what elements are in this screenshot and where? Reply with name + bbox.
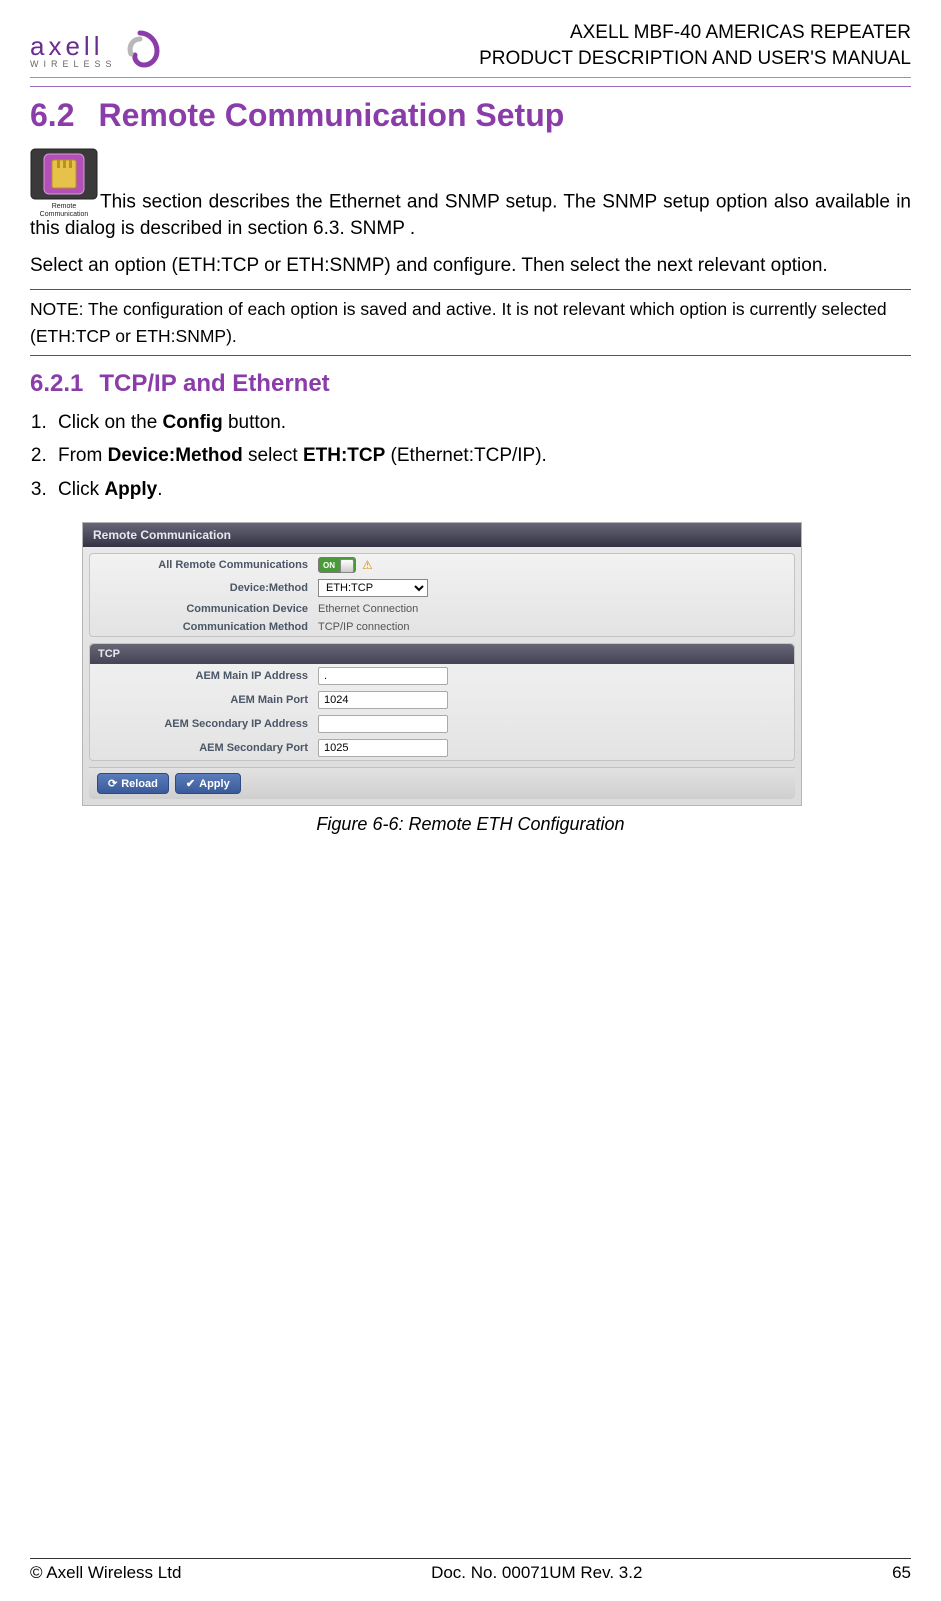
device-method-select[interactable]: ETH:TCP [318, 579, 428, 597]
main-port-input[interactable] [318, 691, 448, 709]
step-3: Click Apply. [52, 475, 911, 504]
svg-text:Remote: Remote [52, 203, 77, 210]
header-accent-line [30, 86, 911, 87]
secondary-ip-input[interactable] [318, 715, 448, 733]
footer-copyright: © Axell Wireless Ltd [30, 1563, 181, 1583]
main-ip-input[interactable] [318, 667, 448, 685]
paragraph-1-text: This section describes the Ethernet and … [30, 192, 911, 240]
label-secondary-port: AEM Secondary Port [98, 742, 318, 754]
tcp-section-header: TCP [90, 644, 794, 664]
svg-text:Communication: Communication [40, 211, 89, 216]
check-icon: ✔ [186, 777, 195, 790]
paragraph-2: Select an option (ETH:TCP or ETH:SNMP) a… [30, 253, 911, 280]
secondary-port-input[interactable] [318, 739, 448, 757]
mock-tcp-section: TCP AEM Main IP Address AEM Main Port AE… [89, 643, 795, 761]
footer-page-number: 65 [892, 1563, 911, 1583]
section-heading: 6.2 Remote Communication Setup [30, 97, 911, 134]
value-comm-device: Ethernet Connection [318, 603, 418, 615]
doc-title-block: AXELL MBF-40 AMERICAS REPEATER PRODUCT D… [479, 20, 911, 71]
brand-logo: axell WIRELESS [30, 29, 161, 71]
subsection-heading: 6.2.1 TCP/IP and Ethernet [30, 370, 911, 398]
screenshot-remote-communication: Remote Communication All Remote Communic… [82, 522, 802, 806]
paragraph-intro: Remote Communication This section descri… [30, 148, 911, 243]
apply-button[interactable]: ✔ Apply [175, 773, 241, 794]
remote-communication-icon: Remote Communication [30, 148, 98, 216]
label-main-port: AEM Main Port [98, 694, 318, 706]
section-title: Remote Communication Setup [98, 97, 564, 134]
subsection-title: TCP/IP and Ethernet [99, 370, 329, 398]
section-number: 6.2 [30, 97, 74, 134]
mock-titlebar: Remote Communication [83, 523, 801, 547]
footer-doc-number: Doc. No. 00071UM Rev. 3.2 [431, 1563, 642, 1583]
figure-caption: Figure 6-6: Remote ETH Configuration [30, 814, 911, 835]
subsection-number: 6.2.1 [30, 370, 83, 398]
brand-swirl-icon [119, 29, 161, 71]
mock-footer-buttons: ⟳ Reload ✔ Apply [89, 767, 795, 799]
label-all-remote-comm: All Remote Communications [98, 559, 318, 571]
brand-name: axell [30, 31, 117, 62]
all-remote-comm-toggle[interactable]: ON [318, 557, 356, 573]
label-comm-device: Communication Device [98, 603, 318, 615]
label-comm-method: Communication Method [98, 621, 318, 633]
steps-list: Click on the Config button. From Device:… [52, 408, 911, 504]
warning-icon: ⚠ [362, 558, 373, 572]
value-comm-method: TCP/IP connection [318, 621, 410, 633]
brand-subtitle: WIRELESS [30, 59, 117, 69]
doc-title-line1: AXELL MBF-40 AMERICAS REPEATER [479, 20, 911, 46]
label-device-method: Device:Method [98, 582, 318, 594]
page-header: axell WIRELESS AXELL MBF-40 AMERICAS REP… [30, 20, 911, 78]
page-footer: © Axell Wireless Ltd Doc. No. 00071UM Re… [30, 1558, 911, 1583]
reload-icon: ⟳ [108, 777, 117, 790]
reload-button[interactable]: ⟳ Reload [97, 773, 169, 794]
label-main-ip: AEM Main IP Address [98, 670, 318, 682]
note-box: NOTE: The configuration of each option i… [30, 289, 911, 356]
doc-title-line2: PRODUCT DESCRIPTION AND USER'S MANUAL [479, 46, 911, 72]
label-secondary-ip: AEM Secondary IP Address [98, 718, 318, 730]
step-2: From Device:Method select ETH:TCP (Ether… [52, 441, 911, 470]
step-1: Click on the Config button. [52, 408, 911, 437]
mock-general-section: All Remote Communications ON ⚠ Device:Me… [89, 553, 795, 637]
